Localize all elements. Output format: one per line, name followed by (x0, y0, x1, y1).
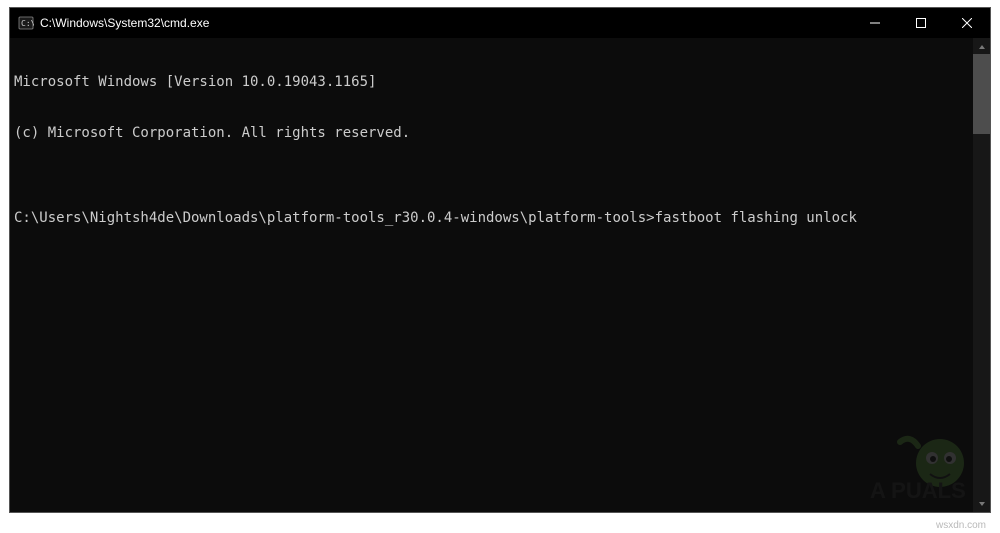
output-line: Microsoft Windows [Version 10.0.19043.11… (14, 74, 986, 91)
minimize-button[interactable] (852, 8, 898, 38)
scroll-thumb[interactable] (973, 54, 990, 134)
cmd-window: C:\ C:\Windows\System32\cmd.exe Microsof… (9, 7, 991, 513)
output-line: (c) Microsoft Corporation. All rights re… (14, 125, 986, 142)
command-text: fastboot flashing unlock (655, 210, 857, 226)
titlebar[interactable]: C:\ C:\Windows\System32\cmd.exe (10, 8, 990, 38)
maximize-button[interactable] (898, 8, 944, 38)
client-area: Microsoft Windows [Version 10.0.19043.11… (10, 38, 990, 512)
terminal-output[interactable]: Microsoft Windows [Version 10.0.19043.11… (10, 38, 990, 512)
scroll-up-button[interactable] (973, 38, 990, 55)
prompt-line: C:\Users\Nightsh4de\Downloads\platform-t… (14, 210, 986, 227)
source-note: wsxdn.com (936, 520, 986, 531)
scroll-down-button[interactable] (973, 495, 990, 512)
prompt: C:\Users\Nightsh4de\Downloads\platform-t… (14, 210, 655, 226)
close-button[interactable] (944, 8, 990, 38)
cmd-icon: C:\ (18, 15, 34, 31)
svg-text:C:\: C:\ (21, 19, 34, 28)
vertical-scrollbar[interactable] (973, 38, 990, 512)
window-title: C:\Windows\System32\cmd.exe (40, 16, 209, 30)
